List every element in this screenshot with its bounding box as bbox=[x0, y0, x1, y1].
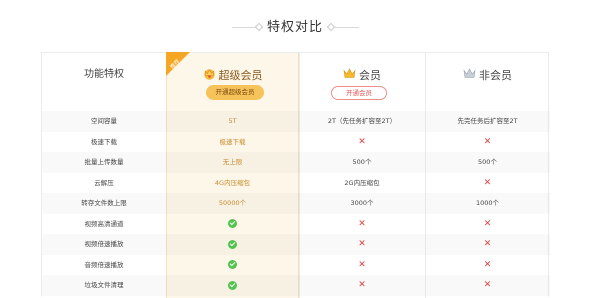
check-icon bbox=[228, 219, 237, 228]
cross-icon: ✕ bbox=[358, 280, 366, 290]
non-member-value: ✕ bbox=[425, 132, 550, 153]
cross-icon: ✕ bbox=[358, 259, 366, 270]
feature-name: 音频倍速播放 bbox=[84, 260, 124, 269]
table-row: 垃圾文件清理 ✕ ✕ bbox=[42, 275, 550, 296]
super-vip-crown-icon bbox=[203, 68, 216, 83]
cross-icon: ✕ bbox=[483, 177, 492, 188]
table-row: 极速下载 极速下载 ✕ ✕ bbox=[42, 132, 550, 153]
cross-icon: ✕ bbox=[483, 136, 492, 147]
table-row: 音频倍速播放 ✕ ✕ bbox=[42, 255, 550, 276]
super-vip-value bbox=[166, 255, 299, 276]
super-vip-value: 50000个 bbox=[218, 199, 247, 207]
vip-crown-icon bbox=[343, 68, 356, 82]
vip-value: 2G内压缩包 bbox=[344, 178, 380, 187]
feature-name: 空间容量 bbox=[91, 117, 117, 125]
super-vip-name: 超级会员 bbox=[218, 69, 263, 82]
feature-name: 云解压 bbox=[94, 178, 114, 187]
feature-name: 批量上传数量 bbox=[84, 158, 124, 166]
cross-icon: ✕ bbox=[358, 136, 366, 147]
cross-icon: ✕ bbox=[483, 280, 492, 290]
super-vip-value: 4G内压缩包 bbox=[214, 178, 251, 187]
table-header: 功能特权 超级会员 开通超级会员 会员 开通会员 非会员 bbox=[42, 53, 550, 111]
feature-name: 垃圾文件清理 bbox=[84, 281, 124, 289]
open-vip-button[interactable]: 开通会员 bbox=[331, 86, 387, 100]
title-deco-line-right bbox=[333, 27, 359, 28]
non-member-value: ✕ bbox=[425, 173, 550, 194]
non-member-value: 1000个 bbox=[475, 199, 500, 207]
non-member-value: 先完任务后扩容至2T bbox=[457, 117, 518, 125]
table-row: 云解压 4G内压缩包 2G内压缩包 ✕ bbox=[42, 173, 550, 194]
vip-value: ✕ bbox=[299, 214, 425, 235]
feature-name: 视频高清通道 bbox=[84, 219, 124, 228]
cross-icon: ✕ bbox=[358, 239, 366, 249]
super-vip-header: 超级会员 开通超级会员 bbox=[166, 53, 299, 111]
non-member-value: 500个 bbox=[478, 158, 497, 166]
check-icon bbox=[228, 280, 237, 290]
feature-column-header: 功能特权 bbox=[84, 69, 124, 80]
vip-name: 会员 bbox=[359, 69, 381, 82]
feature-name: 转存文件数上限 bbox=[81, 199, 127, 207]
non-member-crown-icon bbox=[463, 68, 476, 82]
non-member-name: 非会员 bbox=[479, 69, 512, 82]
cross-icon: ✕ bbox=[483, 218, 492, 229]
cross-icon: ✕ bbox=[358, 218, 366, 229]
table-row: 批量上传数量 无上限 500个 500个 bbox=[42, 152, 550, 173]
feature-name: 极速下载 bbox=[91, 137, 117, 146]
page-title: 特权对比 bbox=[266, 20, 323, 35]
super-vip-value: 无上限 bbox=[222, 158, 243, 166]
vip-value: 2T（先任务扩容至2T） bbox=[327, 117, 397, 125]
table-row: 空间容量 5T 2T（先任务扩容至2T） 先完任务后扩容至2T bbox=[42, 111, 550, 132]
non-member-value: ✕ bbox=[425, 234, 550, 255]
feature-name: 视频倍速播放 bbox=[84, 240, 124, 248]
check-icon bbox=[228, 239, 237, 249]
vip-value: ✕ bbox=[299, 255, 425, 276]
super-vip-value bbox=[166, 234, 299, 255]
cross-icon: ✕ bbox=[483, 259, 492, 270]
super-vip-value bbox=[166, 275, 299, 296]
vip-value: ✕ bbox=[299, 132, 425, 153]
table-row: 转存文件数上限 50000个 3000个 1000个 bbox=[42, 193, 550, 214]
vip-value: 500个 bbox=[352, 158, 372, 166]
table-body: 空间容量 5T 2T（先任务扩容至2T） 先完任务后扩容至2T 极速下载 极速下载 ✕ ✕ 批量… bbox=[42, 111, 550, 296]
super-vip-value: 5T bbox=[228, 117, 237, 125]
section-title-row: 特权对比 bbox=[0, 0, 590, 50]
privilege-compare-table: 推荐 功能特权 超级会员 开通超级会员 会员 开通会员 非会员 空间容量 5T … bbox=[41, 52, 550, 298]
cross-icon: ✕ bbox=[483, 239, 492, 249]
non-member-value: ✕ bbox=[425, 255, 550, 276]
vip-header: 会员 开通会员 bbox=[299, 53, 425, 111]
check-icon bbox=[228, 260, 237, 269]
open-super-vip-button[interactable]: 开通超级会员 bbox=[206, 85, 264, 100]
table-row: 视频高清通道 ✕ ✕ bbox=[42, 214, 550, 235]
non-member-value: ✕ bbox=[425, 214, 550, 235]
table-row: 视频倍速播放 ✕ ✕ bbox=[42, 234, 550, 255]
super-vip-value: 极速下载 bbox=[219, 137, 246, 146]
non-member-value: ✕ bbox=[425, 275, 550, 296]
vip-value: ✕ bbox=[299, 234, 425, 255]
super-vip-value bbox=[166, 214, 299, 235]
non-member-header: 非会员 bbox=[425, 53, 550, 111]
vip-value: ✕ bbox=[299, 275, 425, 296]
vip-value: 3000个 bbox=[350, 199, 374, 207]
